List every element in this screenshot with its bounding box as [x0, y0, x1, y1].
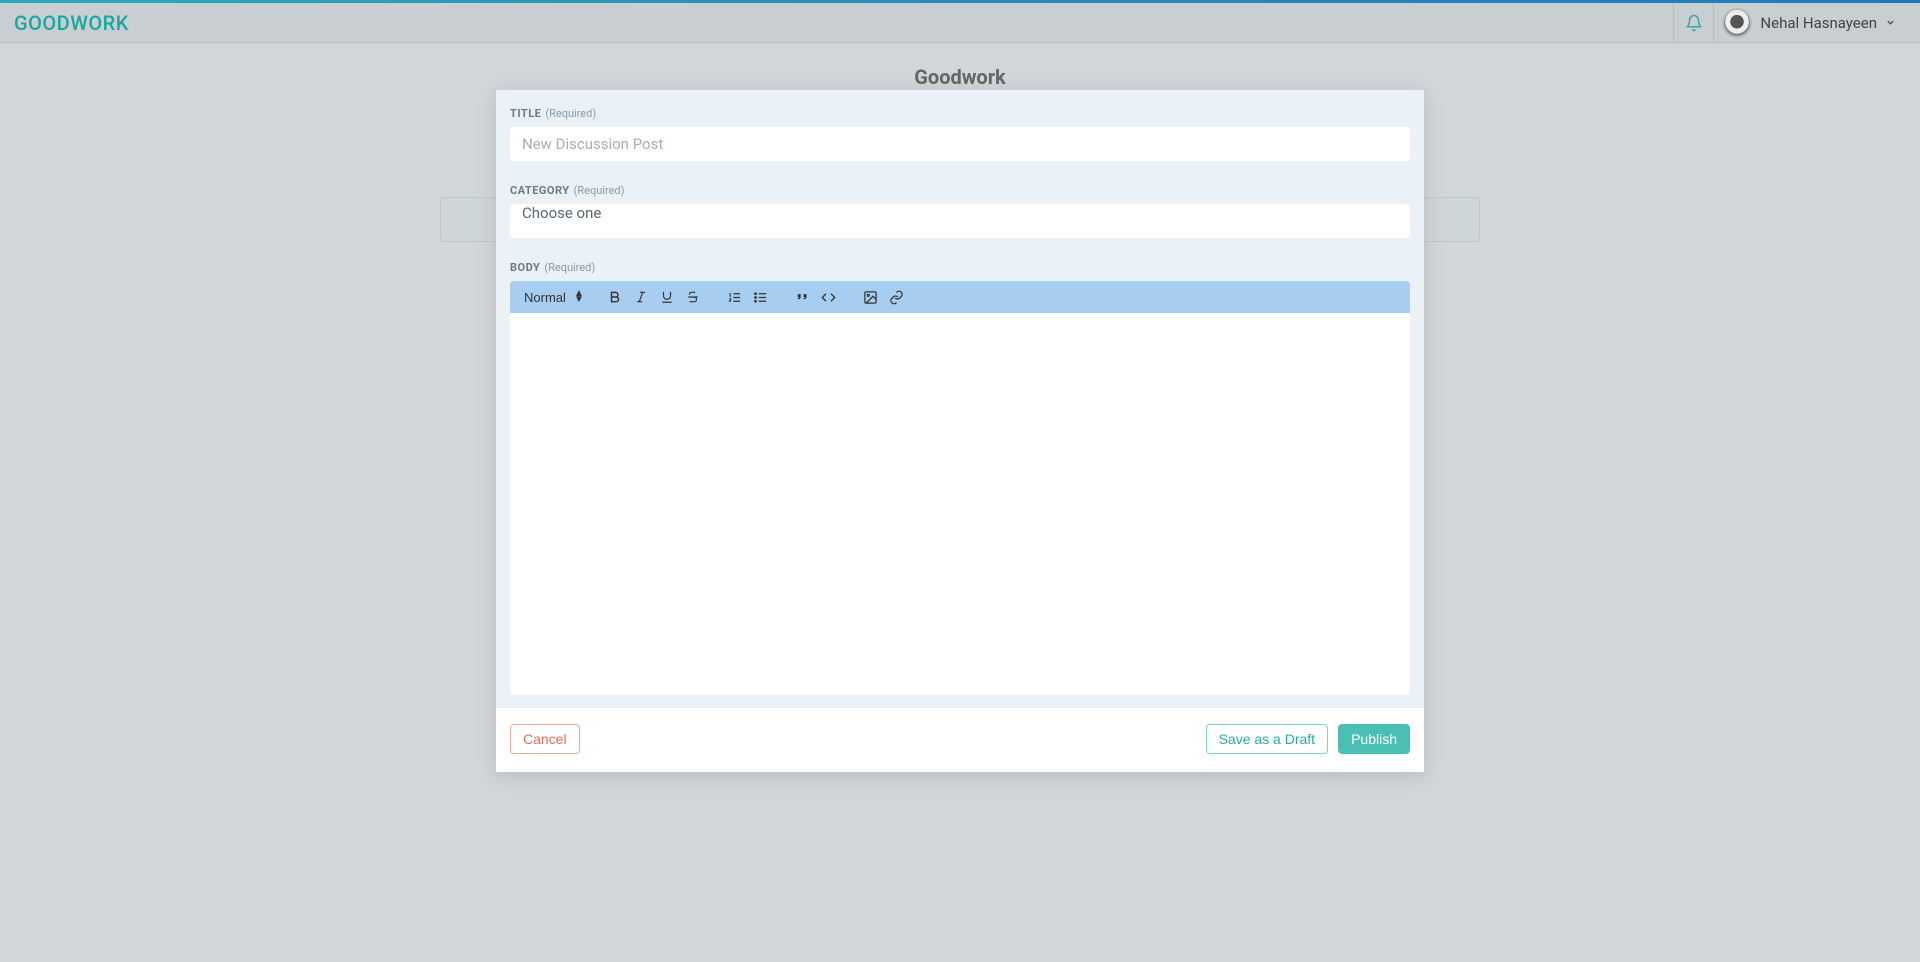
body-required-hint: (Required)	[544, 261, 595, 274]
bold-icon	[608, 290, 622, 304]
category-select[interactable]: Choose one	[510, 204, 1410, 238]
italic-button[interactable]	[630, 286, 652, 308]
rich-text-editor: Normal ▲▼	[510, 281, 1410, 695]
publish-button[interactable]: Publish	[1338, 724, 1410, 754]
link-icon	[889, 290, 904, 305]
cancel-button[interactable]: Cancel	[510, 724, 580, 754]
ordered-list-button[interactable]	[724, 286, 746, 308]
bullet-list-button[interactable]	[750, 286, 772, 308]
category-label: CATEGORY	[510, 184, 570, 197]
underline-icon	[660, 290, 674, 304]
title-label: TITLE	[510, 107, 541, 120]
category-field: CATEGORY (Required) Choose one	[510, 179, 1410, 238]
code-block-button[interactable]	[818, 286, 840, 308]
body-textarea[interactable]	[510, 313, 1410, 691]
image-icon	[863, 290, 878, 305]
ordered-list-icon	[727, 290, 742, 305]
chevron-down-icon	[1885, 17, 1896, 28]
editor-toolbar: Normal ▲▼	[510, 281, 1410, 313]
notifications-button[interactable]	[1673, 3, 1713, 43]
italic-icon	[634, 290, 648, 304]
title-field: TITLE (Required)	[510, 102, 1410, 161]
bullet-list-icon	[753, 290, 768, 305]
body-label: BODY	[510, 261, 540, 274]
quote-icon	[796, 290, 810, 304]
heading-select[interactable]: Normal	[520, 287, 590, 308]
strikethrough-button[interactable]	[682, 286, 704, 308]
modal-body: TITLE (Required) CATEGORY (Required) Cho…	[496, 90, 1424, 707]
title-input[interactable]	[510, 127, 1410, 161]
user-menu[interactable]: Nehal Hasnayeen	[1713, 3, 1906, 43]
brand-logo[interactable]: GOODWORK	[14, 11, 129, 35]
body-field: BODY (Required) Normal ▲▼	[510, 256, 1410, 695]
save-draft-button[interactable]: Save as a Draft	[1206, 724, 1329, 754]
underline-button[interactable]	[656, 286, 678, 308]
link-button[interactable]	[886, 286, 908, 308]
code-icon	[821, 290, 836, 305]
category-required-hint: (Required)	[574, 184, 625, 197]
avatar	[1722, 8, 1752, 38]
user-name: Nehal Hasnayeen	[1760, 14, 1877, 32]
page-title: Goodwork	[914, 65, 1005, 89]
title-required-hint: (Required)	[545, 107, 596, 120]
new-discussion-modal: TITLE (Required) CATEGORY (Required) Cho…	[496, 90, 1424, 772]
bell-icon	[1685, 14, 1703, 32]
heading-select-wrap[interactable]: Normal ▲▼	[520, 287, 584, 308]
strikethrough-icon	[686, 290, 700, 304]
navbar: GOODWORK Nehal Hasnayeen	[0, 3, 1920, 43]
bold-button[interactable]	[604, 286, 626, 308]
image-button[interactable]	[860, 286, 882, 308]
blockquote-button[interactable]	[792, 286, 814, 308]
modal-footer: Cancel Save as a Draft Publish	[496, 707, 1424, 772]
